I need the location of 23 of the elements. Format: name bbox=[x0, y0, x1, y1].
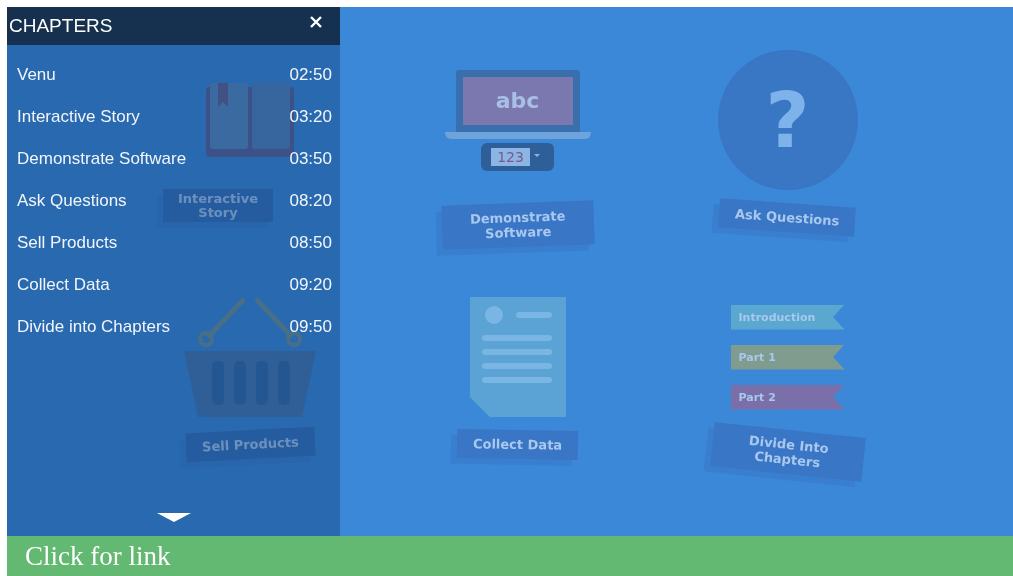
chapter-title[interactable]: Divide into Chapters bbox=[17, 313, 171, 340]
chapter-title[interactable]: Collect Data bbox=[17, 271, 110, 298]
chapter-time: 03:50 bbox=[289, 148, 332, 170]
ribbon-label: Introduction bbox=[730, 304, 845, 330]
chapter-time: 03:20 bbox=[289, 106, 332, 128]
chapter-time: 08:50 bbox=[289, 232, 332, 254]
chapter-time: 02:50 bbox=[289, 64, 332, 86]
chapter-time: 08:20 bbox=[289, 190, 332, 212]
chapter-time: 09:50 bbox=[289, 316, 332, 338]
chapter-title[interactable]: Venu bbox=[17, 61, 56, 88]
chapter-title[interactable]: Sell Products bbox=[17, 229, 118, 256]
chapter-title[interactable]: Ask Questions bbox=[17, 187, 127, 214]
chapter-time: 09:20 bbox=[289, 274, 332, 296]
form-icon bbox=[469, 297, 566, 417]
scroll-down-icon[interactable] bbox=[156, 513, 191, 522]
chapter-title[interactable]: Demonstrate Software bbox=[17, 145, 187, 172]
laptop-drawing: abc 123 bbox=[444, 69, 591, 171]
panel-title: CHAPTERS bbox=[9, 15, 113, 37]
chapter-title[interactable]: Interactive Story bbox=[17, 103, 140, 130]
ribbon-label: Part 1 bbox=[730, 344, 845, 370]
close-icon[interactable] bbox=[310, 16, 322, 28]
question-mark-icon: ? bbox=[717, 50, 858, 190]
ribbon-label: Part 2 bbox=[730, 384, 845, 410]
